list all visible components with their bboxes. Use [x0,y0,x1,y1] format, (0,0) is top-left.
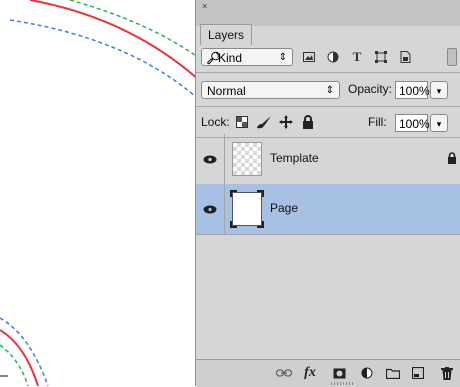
filter-row: 🔎︎ Kind ⇕ T [196,45,460,70]
smart-object-filter-icon[interactable] [396,48,414,66]
blend-mode-value: Normal [207,84,246,98]
resize-grip[interactable] [331,382,353,385]
bleed-line-bottom [0,329,39,386]
mask-icon[interactable] [331,365,347,381]
lock-paint-brush-icon[interactable] [256,114,272,130]
lock-all-icon[interactable] [300,114,316,130]
chevron-down-icon: ▾ [436,86,442,96]
adjustment-icon[interactable] [359,365,375,381]
chevron-down-icon: ▾ [436,119,442,129]
lock-position-move-icon[interactable] [278,114,294,130]
visibility-toggle[interactable] [196,134,225,184]
lock-row: Lock: Fill: 100% ▾ [196,111,460,136]
layer-list-empty-area[interactable] [196,235,460,359]
opacity-label: Opacity: [348,82,393,96]
blend-row: Normal ⇕ Opacity: 100% ▾ [196,78,460,103]
divider [196,106,460,107]
ruler-mark [0,375,8,377]
opacity-input[interactable]: 100% [395,81,430,99]
layer-thumbnail [230,190,264,228]
document-canvas[interactable] [0,0,195,386]
fill-input[interactable]: 100% [395,114,430,132]
eye-icon [203,155,217,163]
close-icon[interactable]: × [202,2,207,11]
layer-thumbnail [232,142,262,176]
lock-transparency-icon[interactable] [234,114,250,130]
new-layer-icon[interactable] [410,365,426,381]
type-filter-icon[interactable]: T [348,48,366,66]
layer-row-template[interactable]: Template [196,134,460,185]
layer-name: Page [270,201,299,215]
kind-label: Kind [218,51,243,65]
lock-icon [447,151,457,169]
updown-arrows-icon: ⇕ [325,85,334,96]
link-icon[interactable] [276,365,292,381]
shape-filter-icon[interactable] [372,48,390,66]
adjustment-filter-icon[interactable] [324,48,342,66]
filter-toggle[interactable] [447,48,457,66]
divider [196,72,460,73]
layer-name: Template [270,151,319,165]
guide-curves [0,0,195,386]
kind-filter-select[interactable]: 🔎︎ Kind ⇕ [201,48,293,66]
panel-bottom-toolbar: fx [196,359,460,387]
filter-icons: T [300,48,414,66]
safe-line-blue-top [9,19,195,98]
opacity-dropdown-button[interactable]: ▾ [430,81,448,99]
folder-icon[interactable] [385,365,401,381]
tab-layers[interactable]: Layers [200,24,253,45]
selection-corner [230,221,237,228]
updown-arrows-icon: ⇕ [278,52,287,63]
trash-icon[interactable] [439,365,455,381]
layers-panel: × Layers 🔎︎ Kind ⇕ T Normal ⇕ Opacity: 1… [195,0,460,387]
blend-mode-select[interactable]: Normal ⇕ [201,81,340,99]
visibility-toggle[interactable] [196,184,225,234]
selection-corner [257,190,264,197]
safe-line-green-bottom [0,344,29,386]
fill-label: Fill: [368,115,387,129]
lock-label: Lock: [201,115,230,129]
eye-icon [203,205,217,213]
fx-icon[interactable]: fx [302,365,318,381]
selection-corner [257,221,264,228]
image-filter-icon[interactable] [300,48,318,66]
fill-dropdown-button[interactable]: ▾ [430,114,448,132]
panel-titlebar: × [196,0,460,26]
selection-corner [230,190,237,197]
layer-row-page[interactable]: Page [196,184,460,235]
